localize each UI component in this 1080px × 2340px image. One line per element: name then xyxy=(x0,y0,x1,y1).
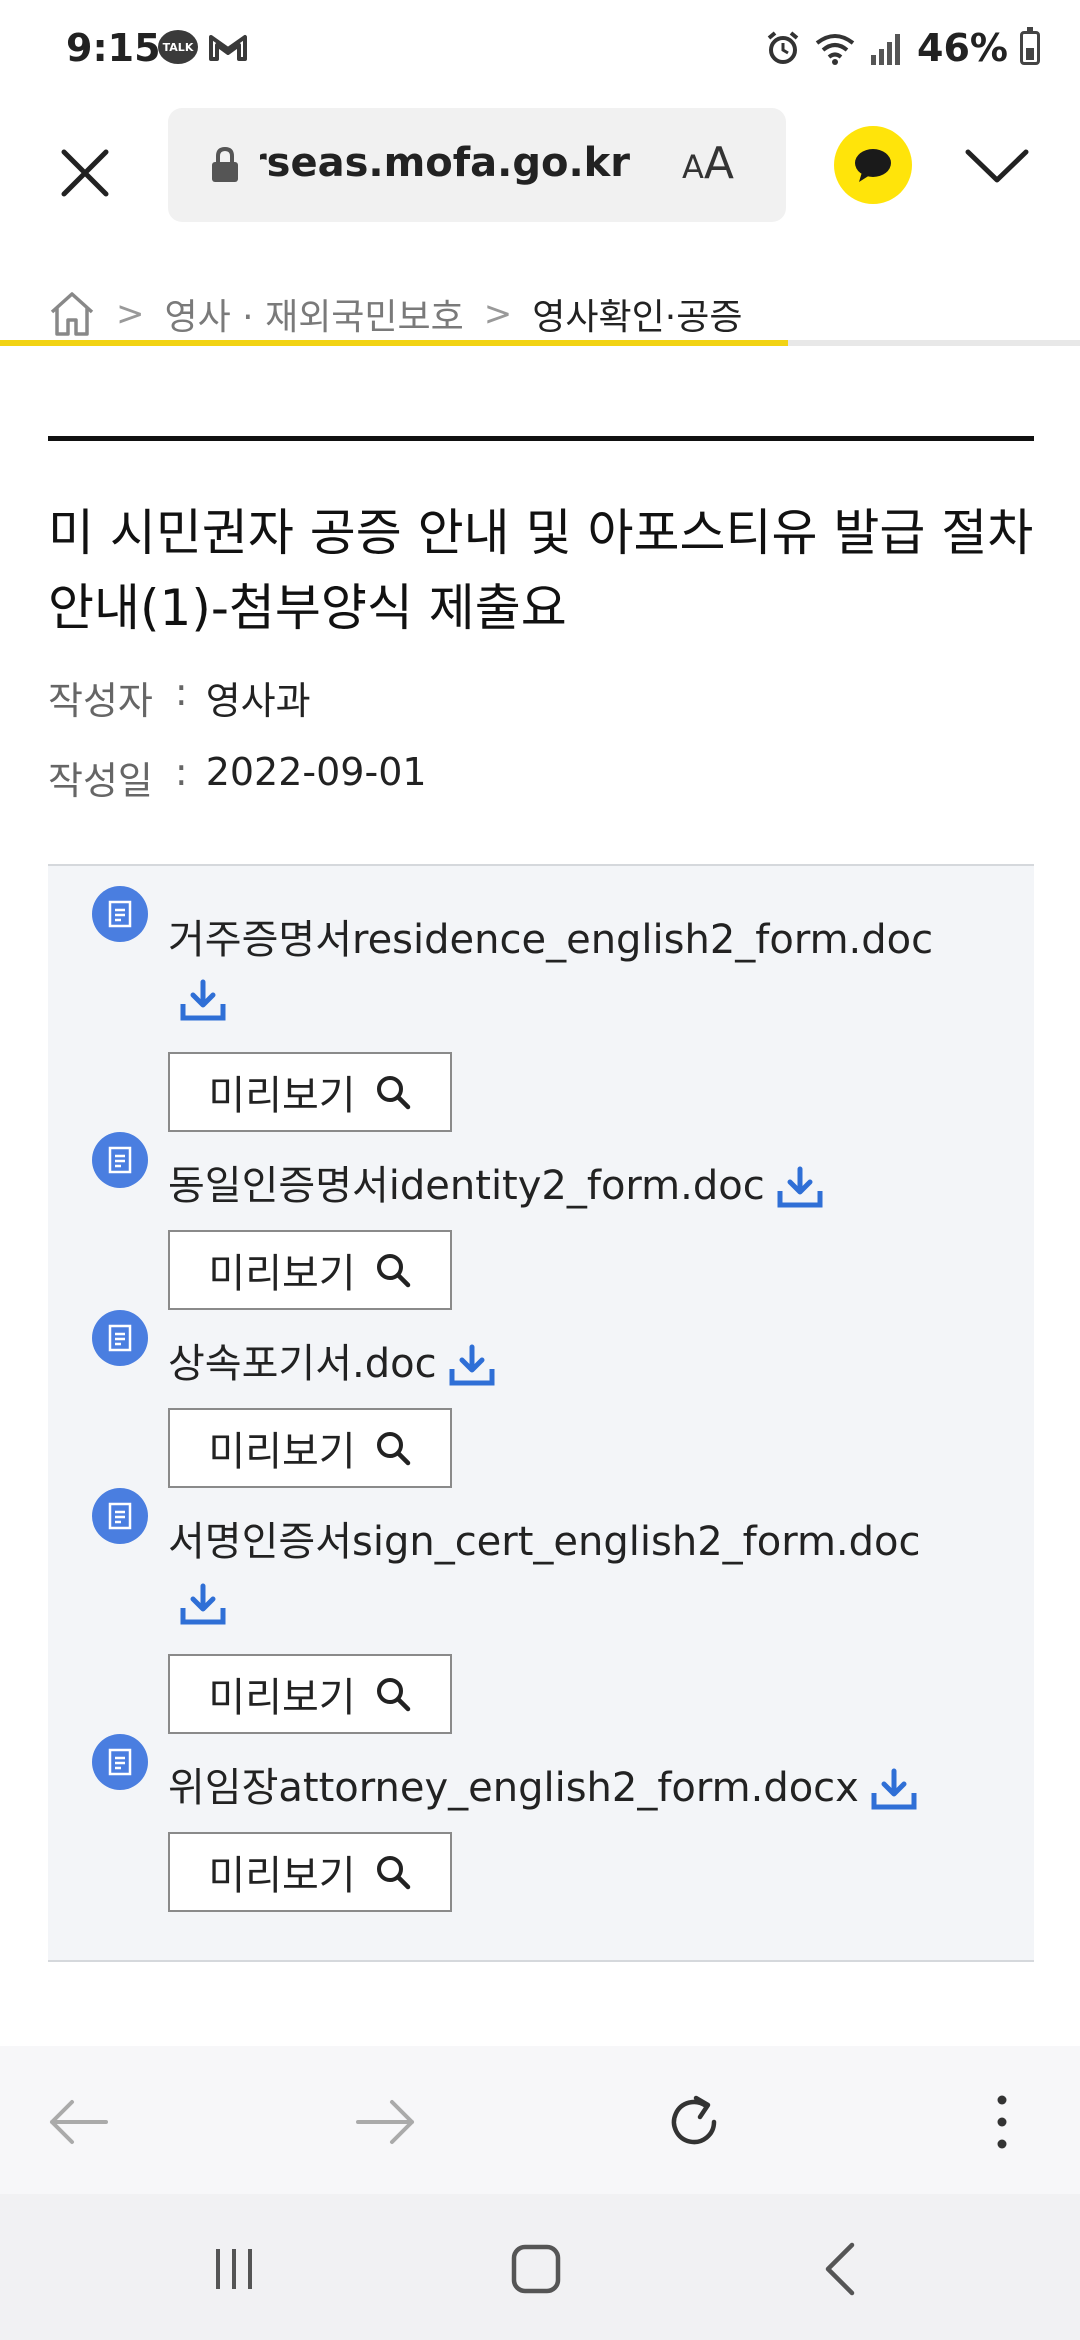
attachment-name[interactable]: 상속포기서.doc xyxy=(168,1341,437,1387)
home-icon[interactable] xyxy=(48,290,96,338)
date-value: 2022-09-01 xyxy=(205,750,427,794)
preview-button[interactable]: 미리보기 xyxy=(168,1654,452,1734)
attachment-name-row: 상속포기서.doc xyxy=(168,1334,497,1394)
download-icon[interactable] xyxy=(178,1582,228,1628)
preview-button[interactable]: 미리보기 xyxy=(168,1408,452,1488)
forward-button[interactable] xyxy=(346,2082,426,2162)
back-button[interactable] xyxy=(38,2082,118,2162)
text-size-button[interactable]: AA xyxy=(682,138,734,189)
preview-button[interactable]: 미리보기 xyxy=(168,1052,452,1132)
address-bar[interactable]: overseas.mofa.go.kr AA xyxy=(168,108,786,222)
title-divider xyxy=(48,436,1034,441)
arrow-left-icon xyxy=(50,2100,108,2144)
chevron-left-icon xyxy=(825,2242,855,2296)
attachment-name[interactable]: 서명인증서sign_cert_english2_form.doc xyxy=(168,1512,920,1572)
browser-bottom-nav xyxy=(0,2046,1080,2194)
preview-button[interactable]: 미리보기 xyxy=(168,1230,452,1310)
search-icon xyxy=(376,1432,410,1466)
search-icon xyxy=(376,1254,410,1288)
download-icon[interactable] xyxy=(775,1165,825,1211)
kakaotalk-icon: TALK xyxy=(158,30,198,64)
kakao-share-button[interactable] xyxy=(834,126,912,204)
preview-label: 미리보기 xyxy=(208,1853,356,1899)
notification-icons: TALK xyxy=(158,30,248,64)
wifi-icon xyxy=(815,34,855,65)
search-icon xyxy=(376,1856,410,1890)
battery-icon xyxy=(1020,27,1040,65)
lock-icon xyxy=(212,146,238,182)
preview-button[interactable]: 미리보기 xyxy=(168,1832,452,1912)
more-options-button[interactable] xyxy=(962,2082,1042,2162)
url-text: overseas.mofa.go.kr xyxy=(260,140,630,186)
download-icon[interactable] xyxy=(447,1343,497,1389)
status-right: 46% xyxy=(765,26,1040,70)
date-row: 작성일 : 2022-09-01 xyxy=(48,750,427,805)
attachment-name[interactable]: 위임장attorney_english2_form.docx xyxy=(168,1765,859,1811)
status-bar: 9:15 TALK 46% xyxy=(0,0,1080,100)
document-icon xyxy=(92,886,148,942)
browser-toolbar: overseas.mofa.go.kr AA xyxy=(0,100,1080,346)
reload-icon xyxy=(671,2095,717,2145)
meta-colon: : xyxy=(174,670,188,714)
attachment-name-row: 위임장attorney_english2_form.docx xyxy=(168,1758,919,1818)
system-back-button[interactable] xyxy=(800,2234,880,2304)
recent-apps-button[interactable] xyxy=(194,2234,274,2304)
reload-button[interactable] xyxy=(654,2082,734,2162)
alarm-icon xyxy=(767,31,799,64)
expand-button[interactable] xyxy=(962,140,1032,190)
status-time: 9:15 xyxy=(66,26,161,70)
chevron-down-icon xyxy=(965,149,1029,183)
attachment-name-row: 동일인증명서identity2_form.doc xyxy=(168,1156,825,1216)
load-progress-fill xyxy=(0,340,789,346)
date-label: 작성일 xyxy=(48,759,153,803)
home-button[interactable] xyxy=(496,2234,576,2304)
breadcrumb: > 영사 · 재외국민보호 > 영사확인·공증 xyxy=(48,288,742,340)
recent-apps-icon xyxy=(216,2249,252,2289)
author-label: 작성자 xyxy=(48,679,153,723)
attachment-name[interactable]: 동일인증명서identity2_form.doc xyxy=(168,1163,765,1209)
breadcrumb-separator: > xyxy=(116,294,145,334)
breadcrumb-item-current[interactable]: 영사확인·공증 xyxy=(532,288,742,340)
download-icon[interactable] xyxy=(178,978,228,1024)
load-progress-bar xyxy=(0,340,1080,346)
meta-colon: : xyxy=(174,750,188,794)
author-row: 작성자 : 영사과 xyxy=(48,670,311,725)
search-icon xyxy=(376,1678,410,1712)
close-icon xyxy=(61,149,109,197)
home-square-icon xyxy=(511,2244,561,2294)
signal-icon xyxy=(871,34,901,65)
gmail-icon xyxy=(209,35,247,61)
breadcrumb-separator: > xyxy=(483,294,513,334)
breadcrumb-item-consular[interactable]: 영사 · 재외국민보호 xyxy=(165,288,464,340)
more-vertical-icon xyxy=(997,2095,1007,2149)
chat-bubble-icon xyxy=(855,149,891,182)
system-nav-bar xyxy=(0,2194,1080,2340)
preview-label: 미리보기 xyxy=(208,1073,356,1119)
search-icon xyxy=(376,1076,410,1110)
preview-label: 미리보기 xyxy=(208,1675,356,1721)
author-value: 영사과 xyxy=(205,679,311,723)
attachment-list: 거주증명서residence_english2_form.doc 미리보기 동일… xyxy=(48,864,1034,1962)
arrow-right-icon xyxy=(356,2100,414,2144)
download-icon[interactable] xyxy=(869,1767,919,1813)
document-icon xyxy=(92,1132,148,1188)
document-icon xyxy=(92,1488,148,1544)
document-icon xyxy=(92,1310,148,1366)
close-button[interactable] xyxy=(50,138,120,208)
page-title: 미 시민권자 공증 안내 및 아포스티유 발급 절차 안내(1)-첨부양식 제출… xyxy=(48,504,1034,637)
preview-label: 미리보기 xyxy=(208,1429,356,1475)
document-icon xyxy=(92,1734,148,1790)
attachment-name[interactable]: 거주증명서residence_english2_form.doc xyxy=(168,910,933,970)
battery-percent: 46% xyxy=(917,26,1008,70)
preview-label: 미리보기 xyxy=(208,1251,356,1297)
